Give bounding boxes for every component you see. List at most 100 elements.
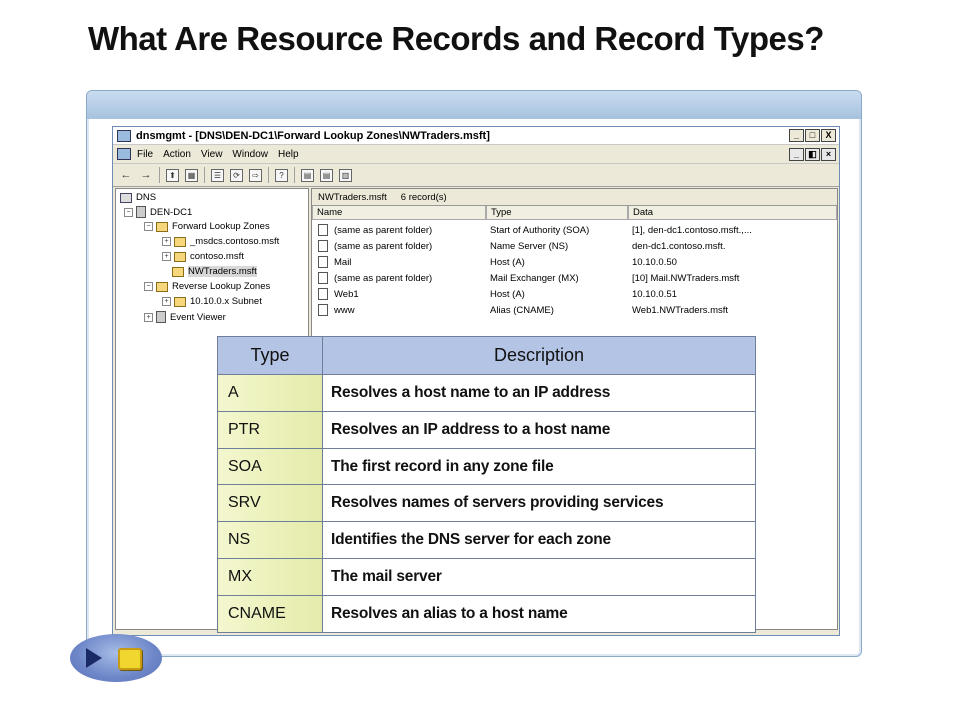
tree-item-dns[interactable]: DNS — [120, 192, 156, 203]
record-name: (same as parent folder) — [334, 224, 433, 236]
record-row[interactable]: Web1 Host (A) 10.10.0.51 — [312, 286, 837, 302]
record-type-cell: A — [217, 373, 323, 412]
mdi-close-button[interactable]: × — [821, 147, 836, 161]
back-arrow-icon[interactable]: ← — [119, 168, 133, 182]
record-row[interactable]: www Alias (CNAME) Web1.NWTraders.msft — [312, 302, 837, 318]
record-data: den-dc1.contoso.msft. — [632, 240, 726, 252]
expand-icon[interactable]: + — [162, 237, 171, 246]
tree-item-reverse-zones[interactable]: − Reverse Lookup Zones — [144, 281, 270, 292]
tree-item-forward-zones[interactable]: − Forward Lookup Zones — [144, 221, 270, 232]
zone-icon — [174, 236, 186, 247]
record-type-cell: NS — [217, 521, 323, 560]
tree-item-msdcs[interactable]: + _msdcs.contoso.msft — [162, 236, 279, 247]
forward-arrow-icon[interactable]: → — [139, 168, 153, 182]
record-type-cell: CNAME — [217, 595, 323, 633]
window-title: dnsmgmt - [DNS\DEN-DC1\Forward Lookup Zo… — [136, 129, 490, 142]
play-icon[interactable] — [86, 648, 102, 668]
record-data: 10.10.0.50 — [632, 256, 677, 268]
column-data[interactable]: Data — [628, 206, 837, 220]
menu-view[interactable]: View — [201, 149, 223, 160]
tree-item-server[interactable]: − DEN-DC1 — [124, 206, 192, 218]
record-description-cell: Identifies the DNS server for each zone — [322, 521, 756, 560]
slide-nav-control — [70, 634, 162, 682]
folder-icon — [156, 221, 168, 232]
table-row: PTR Resolves an IP address to a host nam… — [217, 410, 756, 449]
tree-item-contoso[interactable]: + contoso.msft — [162, 251, 244, 262]
record-description-cell: The mail server — [322, 558, 756, 597]
tree-item-nwtraders[interactable]: NWTraders.msft — [172, 266, 257, 277]
event-viewer-icon — [156, 311, 166, 323]
record-type: Start of Authority (SOA) — [490, 224, 590, 236]
menu-help[interactable]: Help — [278, 149, 299, 160]
column-type[interactable]: Type — [486, 206, 628, 220]
server-icon — [136, 206, 146, 218]
zone-icon — [174, 296, 186, 307]
record-name: (same as parent folder) — [334, 272, 433, 284]
toolbar-separator — [294, 167, 295, 183]
window-titlebar[interactable]: dnsmgmt - [DNS\DEN-DC1\Forward Lookup Zo… — [113, 127, 839, 145]
dns-console-icon — [117, 129, 131, 142]
record-types-table: Type Description A Resolves a host name … — [217, 336, 756, 633]
properties-icon[interactable]: ☰ — [211, 168, 224, 182]
column-headers: Name Type Data — [312, 206, 837, 220]
collapse-icon[interactable]: − — [124, 207, 133, 217]
menu-file[interactable]: File — [137, 149, 153, 160]
tree-item-reverse-subnet[interactable]: + 10.10.0.x Subnet — [162, 296, 262, 307]
expand-icon[interactable]: + — [162, 252, 171, 261]
record-row[interactable]: (same as parent folder) Start of Authori… — [312, 222, 837, 238]
record-description-cell: Resolves a host name to an IP address — [322, 373, 756, 412]
refresh-icon[interactable]: ⟳ — [230, 168, 243, 182]
record-data: 10.10.0.51 — [632, 288, 677, 300]
record-type-cell: SOA — [217, 447, 323, 486]
window-controls: _ □ X — [789, 129, 836, 142]
tree-item-event-viewer[interactable]: + Event Viewer — [144, 311, 226, 323]
record-name: Mail — [334, 256, 352, 268]
zone-icon — [172, 266, 184, 277]
record-description-cell: Resolves an IP address to a host name — [322, 410, 756, 449]
record-data: [1], den-dc1.contoso.msft.,... — [632, 224, 752, 236]
record-row[interactable]: (same as parent folder) Mail Exchanger (… — [312, 270, 837, 286]
stop-icon[interactable] — [118, 648, 142, 670]
record-name: Web1 — [334, 288, 359, 300]
mdi-minimize-button[interactable]: _ — [789, 147, 804, 161]
table-row: MX The mail server — [217, 558, 756, 597]
record-description-cell: Resolves an alias to a host name — [322, 595, 756, 633]
record-row[interactable]: (same as parent folder) Name Server (NS)… — [312, 238, 837, 254]
document-icon — [318, 272, 328, 284]
minimize-button[interactable]: _ — [789, 129, 804, 142]
collapse-icon[interactable]: − — [144, 282, 153, 291]
document-icon — [318, 288, 328, 300]
record-description-cell: Resolves names of servers providing serv… — [322, 484, 756, 523]
table-row: CNAME Resolves an alias to a host name — [217, 595, 756, 633]
record-type: Alias (CNAME) — [490, 304, 554, 316]
up-folder-icon[interactable]: ⬆ — [166, 168, 179, 182]
column-header-type: Type — [217, 336, 323, 375]
menu-window[interactable]: Window — [232, 149, 268, 160]
record-list-icon[interactable]: ▤ — [320, 168, 333, 182]
server-icon[interactable]: ▤ — [301, 168, 314, 182]
record-description-cell: The first record in any zone file — [322, 447, 756, 486]
frame-header-band — [87, 91, 861, 119]
menu-action[interactable]: Action — [163, 149, 191, 160]
mdi-controls: _ ◧ × — [789, 147, 836, 161]
record-row[interactable]: Mail Host (A) 10.10.0.50 — [312, 254, 837, 270]
mdi-child-icon[interactable] — [117, 148, 131, 160]
restore-button[interactable]: □ — [805, 129, 820, 142]
record-type-cell: SRV — [217, 484, 323, 523]
show-hide-tree-icon[interactable]: ▦ — [185, 168, 198, 182]
record-type: Mail Exchanger (MX) — [490, 272, 579, 284]
record-copy-icon[interactable]: ▥ — [339, 168, 352, 182]
table-row: NS Identifies the DNS server for each zo… — [217, 521, 756, 560]
close-button[interactable]: X — [821, 129, 836, 142]
column-name[interactable]: Name — [312, 206, 486, 220]
slide-title: What Are Resource Records and Record Typ… — [88, 20, 824, 57]
collapse-icon[interactable]: − — [144, 222, 153, 231]
dns-icon — [120, 192, 132, 203]
export-list-icon[interactable]: ⇨ — [249, 168, 262, 182]
help-icon[interactable]: ? — [275, 168, 288, 182]
expand-icon[interactable]: + — [162, 297, 171, 306]
expand-icon[interactable]: + — [144, 312, 153, 322]
record-type: Name Server (NS) — [490, 240, 569, 252]
document-icon — [318, 256, 328, 268]
mdi-restore-button[interactable]: ◧ — [805, 147, 820, 161]
